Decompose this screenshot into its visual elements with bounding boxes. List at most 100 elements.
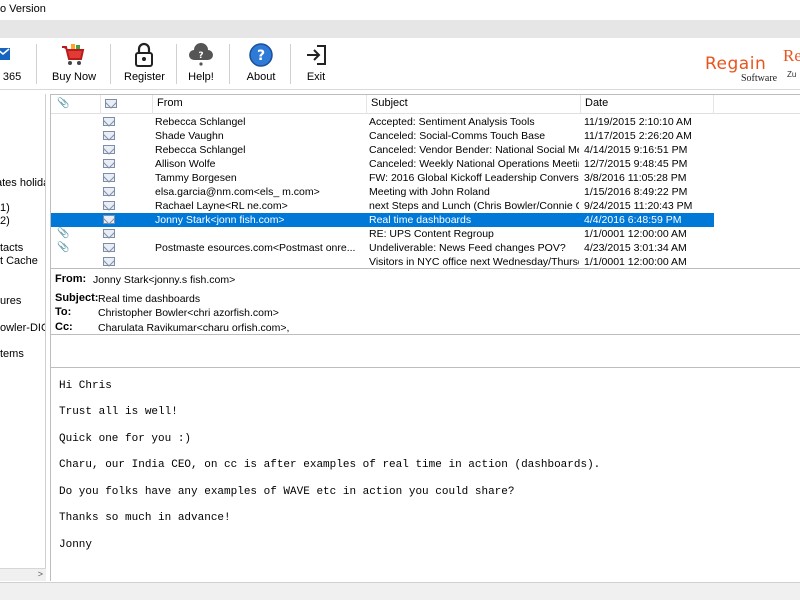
cell-date: 12/7/2015 9:48:45 PM — [584, 158, 688, 170]
column-from[interactable]: From — [153, 95, 367, 114]
table-row[interactable]: Rebecca Schlangel Accepted: Sentiment Ana… — [51, 115, 714, 129]
table-row[interactable]: Jonny Stark<jonn fish.com> Real time dash… — [51, 213, 714, 227]
cell-date: 9/24/2015 11:20:43 PM — [584, 200, 693, 212]
cell-from: Rachael Layne<RL ne.com> — [155, 200, 288, 212]
toolbar-separator — [110, 44, 111, 84]
tree-item[interactable]: 2) — [0, 215, 10, 227]
tree-item[interactable]: tems — [0, 348, 24, 360]
svg-text:?: ? — [257, 48, 265, 64]
title-strip — [0, 20, 800, 38]
cell-date: 1/15/2016 8:49:22 PM — [584, 186, 688, 198]
cell-subject: Undeliverable: News Feed changes POV? — [369, 242, 566, 254]
toolbar-separator — [176, 44, 177, 84]
table-row[interactable]: 📎 RE: UPS Content Regroup 1/1/0001 12:00:0… — [51, 227, 714, 241]
help-cloud-icon: ? — [189, 43, 213, 66]
help-label: Help! — [188, 71, 214, 83]
cell-from: Rebecca Schlangel — [155, 116, 246, 128]
office365-button[interactable]: t 365 — [0, 42, 22, 86]
from-value: Jonny Stark<jonny.s fish.com> — [93, 274, 236, 286]
exit-button[interactable]: Exit — [303, 42, 329, 86]
svg-text:?: ? — [198, 51, 203, 61]
cell-from: Allison Wolfe — [155, 158, 216, 170]
about-label: About — [246, 71, 276, 83]
column-type[interactable] — [101, 95, 153, 114]
envelope-icon — [105, 99, 117, 108]
lock-icon — [135, 42, 153, 67]
attachment-area — [50, 334, 800, 368]
office365-label: t 365 — [0, 71, 22, 83]
envelope-icon — [103, 201, 115, 210]
toolbar-separator — [36, 44, 37, 84]
cell-from: Shade Vaughn — [155, 130, 224, 142]
tree-item[interactable]: 1) — [0, 202, 10, 214]
tree-item[interactable]: ures — [0, 295, 21, 307]
cell-date: 11/17/2015 2:26:20 AM — [584, 130, 692, 142]
exit-icon — [307, 45, 326, 65]
cell-from: Rebecca Schlangel — [155, 144, 246, 156]
tree-item[interactable]: t Cache — [0, 255, 38, 267]
scroll-right-icon[interactable]: > — [38, 569, 43, 579]
subject-label: Subject: — [55, 292, 99, 304]
message-body: Hi Chris Trust all is well! Quick one fo… — [50, 368, 800, 581]
table-row[interactable]: 📎 Postmaste esources.com<Postmast onre...… — [51, 241, 714, 255]
cell-subject: Meeting with John Roland — [369, 186, 490, 198]
cell-date: 3/8/2016 11:05:28 PM — [584, 172, 687, 184]
cell-from: Postmaste esources.com<Postmast onre... — [155, 242, 356, 254]
toolbar-separator — [290, 44, 291, 84]
envelope-icon — [103, 173, 115, 182]
envelope-icon — [103, 131, 115, 140]
envelope-icon — [103, 187, 115, 196]
buy-now-label: Buy Now — [52, 71, 97, 83]
cell-date: 1/1/0001 12:00:00 AM — [584, 256, 687, 268]
register-button[interactable]: Register — [124, 42, 165, 86]
envelope-icon — [103, 257, 115, 266]
to-label: To: — [55, 306, 72, 318]
body-line: Quick one for you :) — [59, 433, 192, 445]
window-title: o Version — [0, 3, 46, 15]
info-icon: ? — [249, 43, 273, 67]
body-line: Hi Chris — [59, 380, 112, 392]
table-row[interactable]: Allison Wolfe Canceled: Weekly National O… — [51, 157, 714, 171]
from-label: From: — [55, 273, 87, 285]
cell-from — [155, 227, 365, 241]
folder-tree: ates holiday 1) 2) tacts t Cache ures ow… — [0, 94, 46, 581]
subject-value: Real time dashboards — [98, 293, 201, 305]
cell-subject: Visitors in NYC office next Wednesday/Th… — [369, 256, 579, 268]
table-row[interactable]: elsa.garcia@nm.com<els_ m.com> Meeting wi… — [51, 185, 714, 199]
tree-item[interactable]: ates holiday — [0, 177, 45, 189]
cart-icon — [62, 44, 85, 65]
column-attachment[interactable]: 📎 — [51, 95, 101, 114]
table-row[interactable]: Tammy Borgesen FW: 2016 Global Kickoff Le… — [51, 171, 714, 185]
table-row[interactable]: Rachael Layne<RL ne.com> next Steps and L… — [51, 199, 714, 213]
table-row[interactable]: Visitors in NYC office next Wednesday/Th… — [51, 255, 714, 268]
brand-logo-2-sub: Zu — [787, 70, 797, 79]
brand-logo-2: Re — [783, 46, 800, 65]
column-date[interactable]: Date — [581, 95, 714, 114]
cell-subject: Canceled: Social-Comms Touch Base — [369, 130, 546, 142]
cell-subject: Canceled: Vendor Bender: National Social… — [369, 144, 579, 156]
to-value: Christopher Bowler<chri azorfish.com> — [98, 307, 279, 319]
body-line: Jonny — [59, 539, 93, 551]
cell-subject: Real time dashboards — [369, 214, 472, 226]
buy-now-button[interactable]: Buy Now — [52, 42, 97, 86]
paperclip-icon: 📎 — [57, 228, 70, 239]
cell-subject: RE: UPS Content Regroup — [369, 228, 494, 240]
paperclip-icon: 📎 — [57, 98, 70, 109]
table-row[interactable]: Rebecca Schlangel Canceled: Vendor Bender… — [51, 143, 714, 157]
brand-name: Regain — [705, 54, 767, 74]
tree-horizontal-scrollbar[interactable]: > — [0, 568, 46, 581]
envelope-icon — [103, 229, 115, 238]
cell-subject: next Steps and Lunch (Chris Bowler/Conni… — [369, 200, 579, 212]
cell-date: 11/19/2015 2:10:10 AM — [584, 116, 692, 128]
column-subject[interactable]: Subject — [367, 95, 581, 114]
tree-item[interactable]: tacts — [0, 242, 23, 254]
table-row[interactable]: Shade Vaughn Canceled: Social-Comms Touch… — [51, 129, 714, 143]
about-button[interactable]: ? About — [245, 42, 277, 86]
envelope-icon — [103, 215, 115, 224]
tree-item[interactable]: owler-DIG_ — [0, 322, 45, 334]
outlook-icon — [0, 48, 10, 60]
toolbar-separator — [229, 44, 230, 84]
register-label: Register — [124, 71, 165, 83]
help-button[interactable]: ? Help! — [186, 42, 216, 86]
list-header: 📎 From Subject Date — [51, 95, 800, 114]
